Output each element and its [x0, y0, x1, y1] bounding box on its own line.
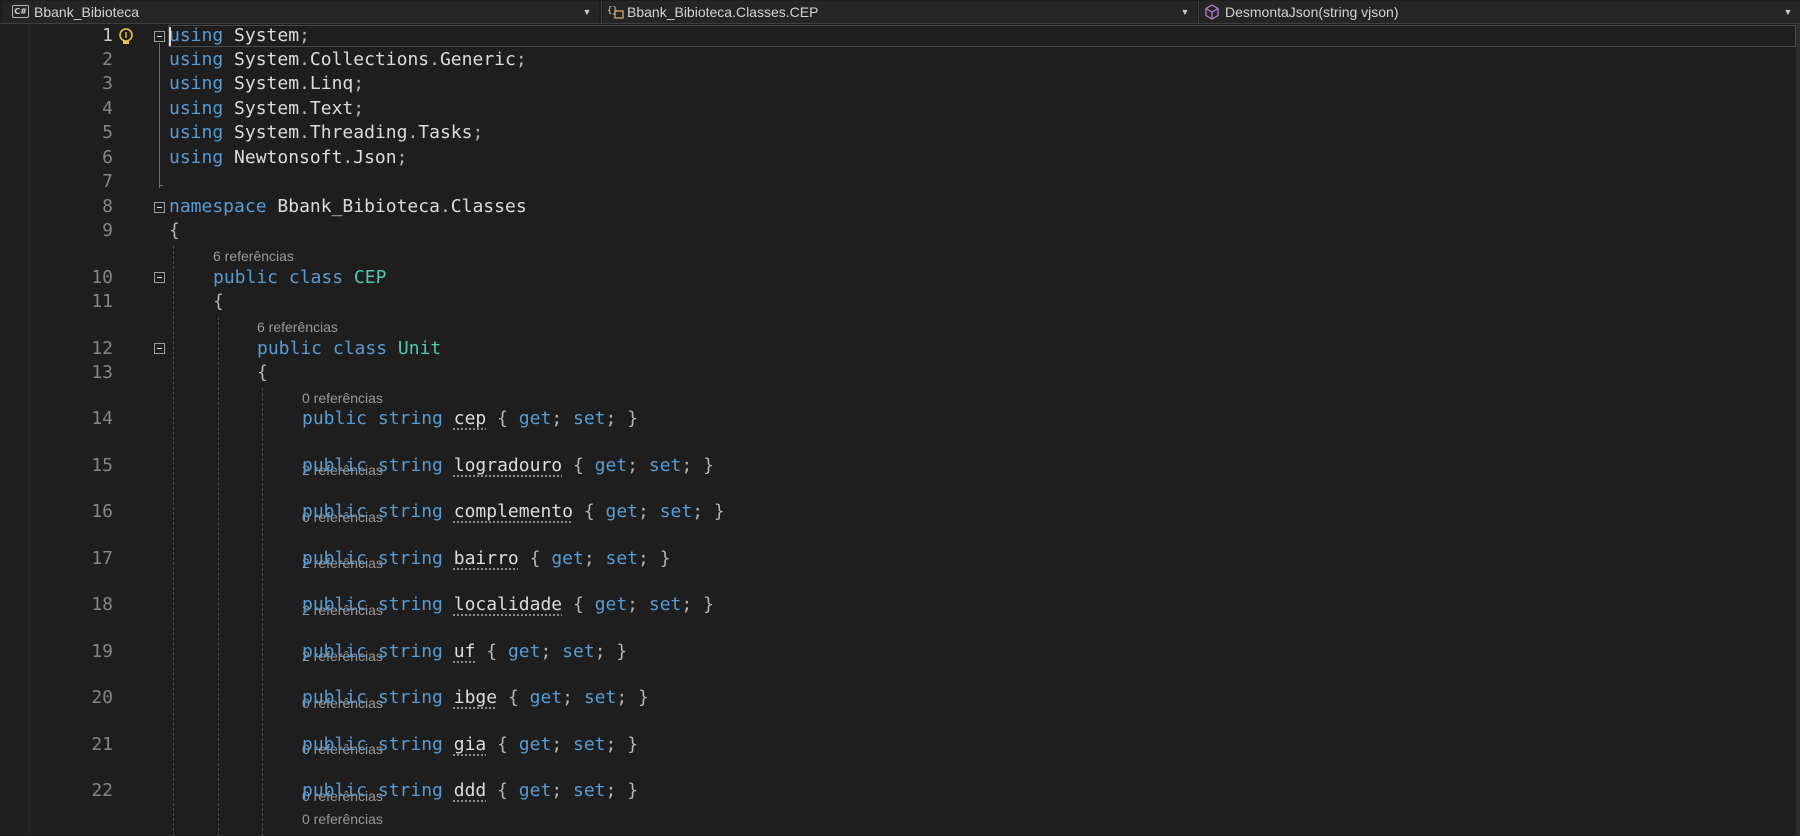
line-number: 18 [91, 594, 113, 615]
line-number: 13 [91, 362, 113, 383]
code-text: using System.Collections.Generic; [169, 49, 527, 70]
line-number: 22 [91, 780, 113, 801]
code-line[interactable]: 14 public string cep { get; set; } [0, 407, 1800, 431]
codelens-references[interactable]: 6 referências [213, 247, 294, 265]
codelens-references[interactable]: 6 referências [257, 318, 338, 336]
code-text: public string logradouro { get; set; } [302, 455, 714, 476]
line-number: 1 [102, 25, 113, 46]
code-line[interactable]: 7 [0, 170, 1800, 194]
code-line[interactable]: 22 public string ddd { get; set; } [0, 779, 1800, 803]
code-text: public string ibge { get; set; } [302, 687, 649, 708]
vertical-scrollbar[interactable] [1796, 24, 1800, 836]
line-number: 16 [91, 501, 113, 522]
line-number: 17 [91, 548, 113, 569]
code-text: using System.Linq; [169, 73, 365, 94]
code-line[interactable]: 8 namespace Bbank_Bibioteca.Classes [0, 195, 1800, 219]
line-number: 5 [102, 122, 113, 143]
code-text: public class CEP [213, 267, 387, 288]
code-text: public string cep { get; set; } [302, 408, 639, 429]
collapse-icon[interactable] [154, 343, 165, 354]
text-caret [169, 27, 171, 46]
codelens-references[interactable]: 0 referências [302, 389, 383, 407]
line-number: 21 [91, 734, 113, 755]
code-line[interactable]: 4 using System.Text; [0, 97, 1800, 121]
code-text: public string localidade { get; set; } [302, 594, 714, 615]
code-line[interactable]: 15 public string logradouro { get; set; … [0, 454, 1800, 478]
code-line[interactable]: 21 public string gia { get; set; } [0, 733, 1800, 757]
line-number: 11 [91, 291, 113, 312]
chevron-down-icon[interactable]: ▼ [581, 1, 593, 23]
lightbulb-icon[interactable] [117, 27, 135, 47]
code-text: namespace Bbank_Bibioteca.Classes [169, 196, 527, 217]
project-dropdown[interactable]: C# Bbank_Bibioteca ▼ [3, 1, 599, 23]
code-line[interactable]: 2 using System.Collections.Generic; [0, 48, 1800, 72]
line-number: 20 [91, 687, 113, 708]
member-dropdown[interactable]: DesmontaJson(string vjson) ▼ [1200, 1, 1800, 23]
indent-guide [218, 317, 219, 836]
line-number: 19 [91, 641, 113, 662]
code-text: public string bairro { get; set; } [302, 548, 671, 569]
code-line[interactable]: 5 using System.Threading.Tasks; [0, 121, 1800, 145]
code-line[interactable]: 10 public class CEP [0, 266, 1800, 290]
navigation-bar: C# Bbank_Bibioteca ▼ {} Bbank_Bibioteca.… [0, 0, 1800, 24]
code-line[interactable]: 16 public string complemento { get; set;… [0, 500, 1800, 524]
code-text: public string complemento { get; set; } [302, 501, 725, 522]
navbar-separator [601, 1, 602, 23]
code-text: { [213, 291, 224, 312]
line-number: 12 [91, 338, 113, 359]
code-text: using System.Threading.Tasks; [169, 122, 484, 143]
code-text: using System; [169, 25, 310, 46]
code-line[interactable]: 3 using System.Linq; [0, 72, 1800, 96]
collapse-icon[interactable] [154, 202, 165, 213]
code-line[interactable]: 20 public string ibge { get; set; } [0, 686, 1800, 710]
type-dropdown[interactable]: {} Bbank_Bibioteca.Classes.CEP ▼ [603, 1, 1197, 23]
code-text: { [257, 362, 268, 383]
line-number: 3 [102, 73, 113, 94]
line-number: 8 [102, 196, 113, 217]
code-text: public string gia { get; set; } [302, 734, 639, 755]
codelens-references[interactable]: 0 referências [302, 810, 383, 828]
code-line[interactable]: 17 public string bairro { get; set; } [0, 547, 1800, 571]
line-number: 9 [102, 220, 113, 241]
line-number: 14 [91, 408, 113, 429]
line-number: 7 [102, 171, 113, 192]
method-cube-icon [1205, 4, 1219, 20]
line-number: 4 [102, 98, 113, 119]
csharp-project-icon: C# [12, 5, 29, 18]
line-number: 15 [91, 455, 113, 476]
navbar-separator [1198, 1, 1199, 23]
namespace-class-icon: {} [607, 6, 624, 19]
code-editor[interactable]: 1 using System; 2 using System.Collectio… [0, 24, 1800, 836]
collapse-icon[interactable] [154, 31, 165, 42]
code-text: public string uf { get; set; } [302, 641, 628, 662]
line-number: 6 [102, 147, 113, 168]
current-line-highlight [168, 25, 1796, 47]
code-line[interactable]: 18 public string localidade { get; set; … [0, 593, 1800, 617]
code-line[interactable]: 13 { [0, 361, 1800, 385]
chevron-down-icon[interactable]: ▼ [1179, 1, 1191, 23]
code-line[interactable]: 19 public string uf { get; set; } [0, 640, 1800, 664]
code-line[interactable]: 12 public class Unit [0, 337, 1800, 361]
code-text: using System.Text; [169, 98, 365, 119]
project-dropdown-label: Bbank_Bibioteca [34, 4, 140, 20]
collapse-icon[interactable] [154, 272, 165, 283]
code-text: public class Unit [257, 338, 442, 359]
line-number: 2 [102, 49, 113, 70]
code-line[interactable]: 9 { [0, 219, 1800, 243]
type-dropdown-label: Bbank_Bibioteca.Classes.CEP [627, 4, 819, 20]
code-line[interactable]: 11 { [0, 290, 1800, 314]
line-number: 10 [91, 267, 113, 288]
code-line[interactable]: 6 using Newtonsoft.Json; [0, 146, 1800, 170]
member-dropdown-label: DesmontaJson(string vjson) [1225, 4, 1399, 20]
code-line[interactable]: 1 using System; [0, 24, 1800, 48]
code-text: public string ddd { get; set; } [302, 780, 639, 801]
code-text: using Newtonsoft.Json; [169, 147, 408, 168]
chevron-down-icon[interactable]: ▼ [1782, 1, 1794, 23]
code-text: { [169, 220, 180, 241]
